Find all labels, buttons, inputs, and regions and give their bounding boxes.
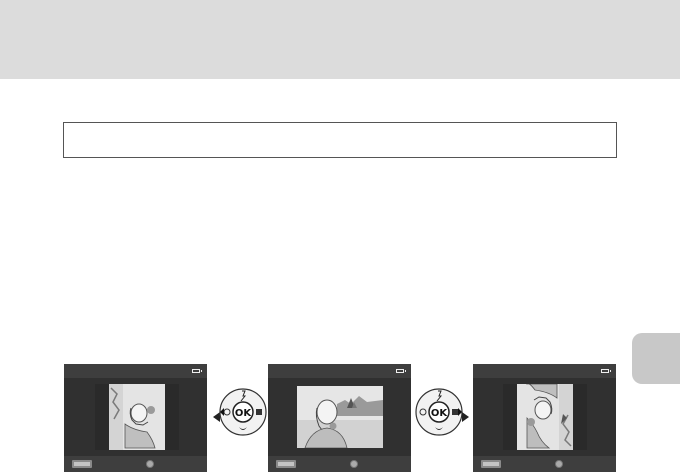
screen-top-bar [268,364,411,378]
note-box [63,122,617,158]
multi-selector-icon: OK [415,388,463,436]
screen-body [268,378,411,456]
screen-top-bar [64,364,207,378]
menu-icon [481,460,501,468]
camera-screen-rotated-left [64,364,207,472]
screen-body [473,378,616,456]
header-band [0,0,680,79]
battery-icon [601,369,611,373]
screen-body [64,378,207,456]
screen-top-bar [473,364,616,378]
battery-icon [192,369,202,373]
camera-screen-rotated-right [473,364,616,472]
side-tab [632,333,680,384]
menu-icon [276,460,296,468]
mini-dial-icon [146,460,154,468]
camera-screen-original [268,364,411,472]
svg-text:OK: OK [235,408,253,419]
menu-icon [72,460,92,468]
right-arrow-icon [462,412,469,422]
photo-original [297,386,383,448]
photo-rotated-left [95,384,179,450]
photo-rotated-right [503,384,587,450]
svg-text:OK: OK [431,408,449,419]
battery-icon [396,369,406,373]
mini-dial-icon [350,460,358,468]
mini-dial-icon [555,460,563,468]
multi-selector-icon: OK [219,388,267,436]
